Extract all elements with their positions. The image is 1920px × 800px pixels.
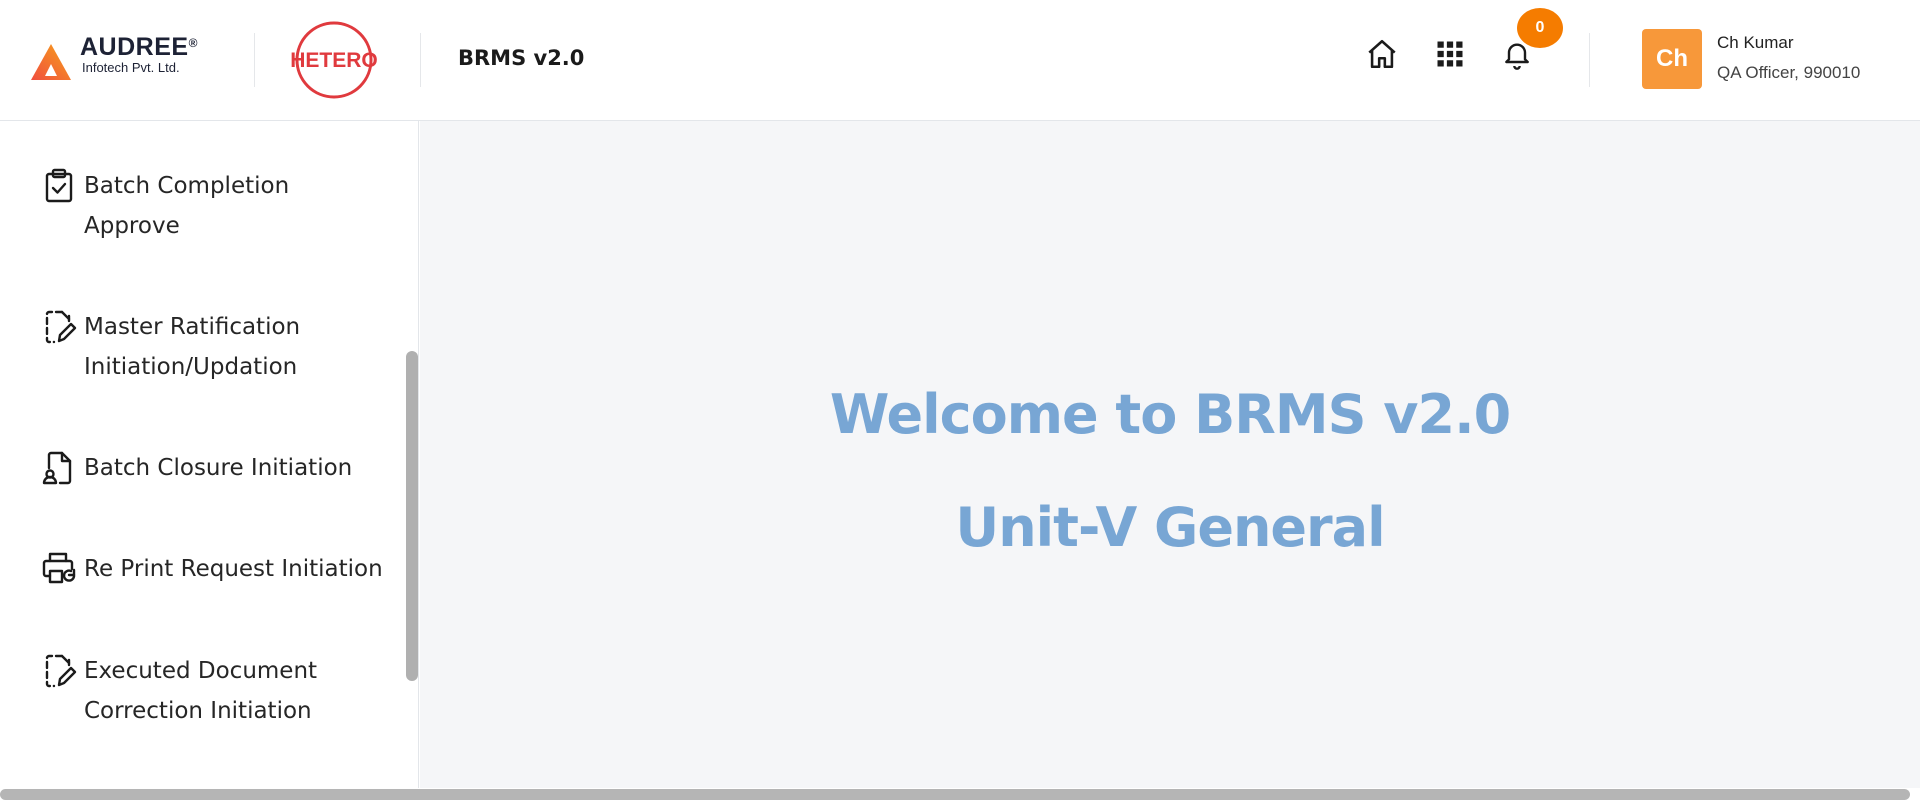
printer-refresh-icon <box>42 552 76 584</box>
sidebar-item-label: Re Print Request Initiation <box>84 556 383 582</box>
sidebar-item-label: Batch Closure Initiation <box>84 455 353 481</box>
header-divider <box>254 33 255 87</box>
main-content: Welcome to BRMS v2.0 Unit-V General <box>420 121 1920 788</box>
audree-logo-mark-icon <box>31 44 71 80</box>
audree-logo-subtitle: Infotech Pvt. Ltd. <box>82 60 180 75</box>
hetero-logo-text: HETERO <box>290 49 378 72</box>
notification-count-badge[interactable]: 0 <box>1517 8 1563 48</box>
sidebar-item-label: Executed Document Correction Initiation <box>84 658 318 724</box>
home-icon[interactable] <box>1364 36 1400 72</box>
sidebar-item-label: Master Ratification Initiation/Updation <box>84 314 301 380</box>
avatar[interactable]: Ch <box>1642 29 1702 89</box>
user-name[interactable]: Ch Kumar <box>1717 33 1794 53</box>
audree-logo-reg: ® <box>188 36 198 50</box>
audree-logo-name: AUDREE <box>80 33 189 61</box>
user-role: QA Officer, 990010 <box>1717 63 1861 82</box>
sidebar-item-executed-document-correction[interactable]: Executed Document Correction Initiation <box>40 651 317 731</box>
sidebar-scrollbar[interactable] <box>406 351 418 681</box>
unit-title: Unit-V General <box>955 496 1385 559</box>
app-title: BRMS v2.0 <box>458 46 585 70</box>
top-header: AUDREE® Infotech Pvt. Ltd. HETERO BRMS v… <box>0 0 1920 121</box>
header-divider <box>1589 33 1590 87</box>
sidebar: Batch Completion Approve Master Ratifica… <box>0 121 419 788</box>
horizontal-scrollbar[interactable] <box>0 789 1910 800</box>
header-divider <box>420 33 421 87</box>
apps-grid-icon[interactable] <box>1432 36 1468 72</box>
audree-logo[interactable]: AUDREE® Infotech Pvt. Ltd. <box>30 34 198 84</box>
clipboard-check-icon <box>45 168 73 203</box>
document-edit-icon <box>45 310 77 344</box>
welcome-title: Welcome to BRMS v2.0 <box>829 383 1511 446</box>
file-user-icon <box>42 451 72 485</box>
sidebar-item-batch-completion-approve[interactable]: Batch Completion Approve <box>40 166 289 246</box>
sidebar-item-batch-closure-initiation[interactable]: Batch Closure Initiation <box>40 448 352 488</box>
sidebar-item-reprint-request-initiation[interactable]: Re Print Request Initiation <box>40 549 383 589</box>
sidebar-item-label: Batch Completion Approve <box>84 173 290 239</box>
document-edit-icon <box>45 654 77 688</box>
sidebar-item-master-ratification[interactable]: Master Ratification Initiation/Updation <box>40 307 300 387</box>
hetero-logo[interactable]: HETERO <box>286 20 382 100</box>
